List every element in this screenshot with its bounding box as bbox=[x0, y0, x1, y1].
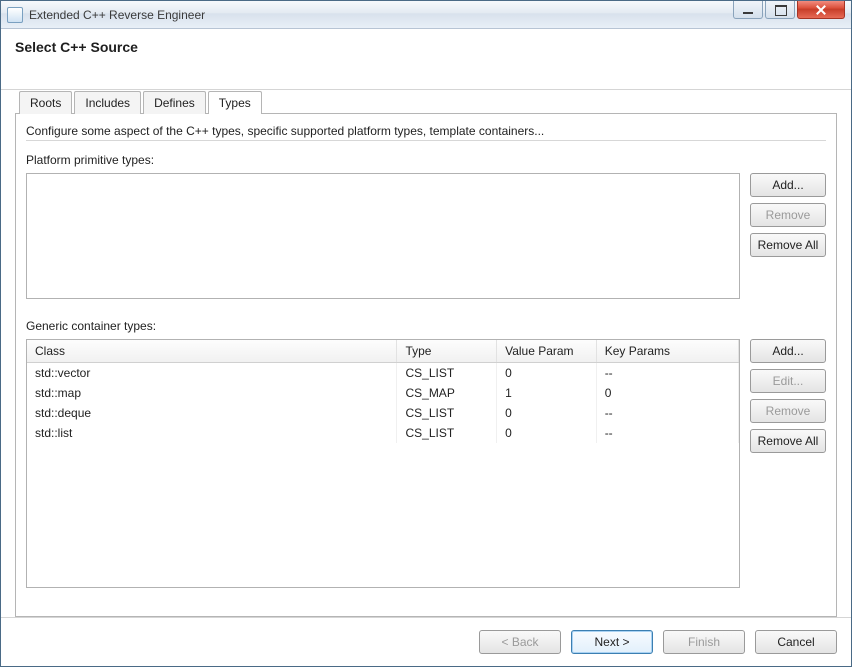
window-controls bbox=[733, 1, 851, 28]
cell-type: CS_MAP bbox=[397, 383, 497, 403]
panel-description: Configure some aspect of the C++ types, … bbox=[26, 122, 826, 141]
cell-class: std::deque bbox=[27, 403, 397, 423]
cell-key_params: -- bbox=[596, 363, 738, 384]
table-row[interactable]: std::mapCS_MAP10 bbox=[27, 383, 739, 403]
close-button[interactable] bbox=[797, 1, 845, 19]
container-add-button[interactable]: Add... bbox=[750, 339, 826, 363]
container-remove-all-button[interactable]: Remove All bbox=[750, 429, 826, 453]
cell-class: std::list bbox=[27, 423, 397, 443]
minimize-button[interactable] bbox=[733, 1, 763, 19]
table-row[interactable]: std::dequeCS_LIST0-- bbox=[27, 403, 739, 423]
container-buttons: Add... Edit... Remove Remove All bbox=[750, 339, 826, 588]
container-types-table[interactable]: Class Type Value Param Key Params std::v… bbox=[26, 339, 740, 588]
wizard-footer: < Back Next > Finish Cancel bbox=[1, 617, 851, 666]
cell-type: CS_LIST bbox=[397, 403, 497, 423]
tab-defines[interactable]: Defines bbox=[143, 91, 206, 114]
primitive-buttons: Add... Remove Remove All bbox=[750, 173, 826, 299]
cell-key_params: 0 bbox=[596, 383, 738, 403]
tab-types[interactable]: Types bbox=[208, 91, 262, 114]
cell-class: std::map bbox=[27, 383, 397, 403]
cell-value_param: 0 bbox=[497, 423, 597, 443]
cell-value_param: 0 bbox=[497, 363, 597, 384]
table-row[interactable]: std::listCS_LIST0-- bbox=[27, 423, 739, 443]
cell-class: std::vector bbox=[27, 363, 397, 384]
col-header-key-params[interactable]: Key Params bbox=[596, 340, 738, 363]
next-button[interactable]: Next > bbox=[571, 630, 653, 654]
container-types-section: Class Type Value Param Key Params std::v… bbox=[26, 339, 826, 588]
cell-key_params: -- bbox=[596, 423, 738, 443]
container-types-label: Generic container types: bbox=[26, 319, 826, 333]
table-row[interactable]: std::vectorCS_LIST0-- bbox=[27, 363, 739, 384]
cancel-button[interactable]: Cancel bbox=[755, 630, 837, 654]
primitive-types-listbox[interactable] bbox=[26, 173, 740, 299]
tab-panel-types: Configure some aspect of the C++ types, … bbox=[15, 113, 837, 617]
titlebar: Extended C++ Reverse Engineer bbox=[1, 1, 851, 29]
content-area: Roots Includes Defines Types Configure s… bbox=[1, 90, 851, 617]
dialog-window: Extended C++ Reverse Engineer Select C++… bbox=[0, 0, 852, 667]
primitive-types-label: Platform primitive types: bbox=[26, 153, 826, 167]
col-header-class[interactable]: Class bbox=[27, 340, 397, 363]
window-title: Extended C++ Reverse Engineer bbox=[29, 8, 733, 22]
cell-value_param: 1 bbox=[497, 383, 597, 403]
container-edit-button: Edit... bbox=[750, 369, 826, 393]
wizard-banner: Select C++ Source bbox=[1, 29, 851, 90]
primitive-remove-all-button[interactable]: Remove All bbox=[750, 233, 826, 257]
finish-button: Finish bbox=[663, 630, 745, 654]
primitive-add-button[interactable]: Add... bbox=[750, 173, 826, 197]
back-button: < Back bbox=[479, 630, 561, 654]
primitive-types-section: Add... Remove Remove All bbox=[26, 173, 826, 299]
tab-roots[interactable]: Roots bbox=[19, 91, 72, 114]
cell-type: CS_LIST bbox=[397, 363, 497, 384]
col-header-value-param[interactable]: Value Param bbox=[497, 340, 597, 363]
table-header-row: Class Type Value Param Key Params bbox=[27, 340, 739, 363]
cell-key_params: -- bbox=[596, 403, 738, 423]
primitive-remove-button: Remove bbox=[750, 203, 826, 227]
col-header-type[interactable]: Type bbox=[397, 340, 497, 363]
page-title: Select C++ Source bbox=[15, 39, 837, 55]
cell-value_param: 0 bbox=[497, 403, 597, 423]
app-icon bbox=[7, 7, 23, 23]
tab-strip: Roots Includes Defines Types bbox=[15, 91, 837, 114]
maximize-button[interactable] bbox=[765, 1, 795, 19]
cell-type: CS_LIST bbox=[397, 423, 497, 443]
container-remove-button: Remove bbox=[750, 399, 826, 423]
tab-includes[interactable]: Includes bbox=[74, 91, 141, 114]
